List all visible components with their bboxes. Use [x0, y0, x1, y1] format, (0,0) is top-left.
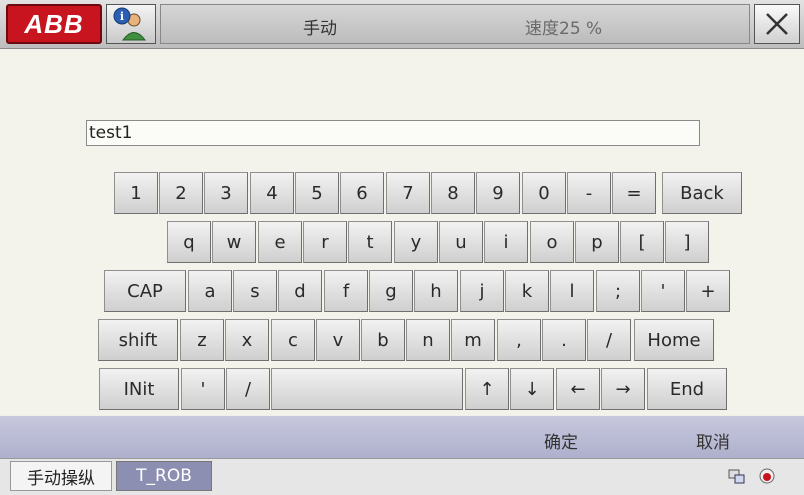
- tab-jogging[interactable]: 手动操纵: [10, 461, 112, 491]
- key-arrow-right[interactable]: →: [601, 368, 645, 410]
- key-letter-a[interactable]: a: [188, 270, 232, 312]
- text-input[interactable]: test1: [86, 120, 700, 146]
- key-letter-v[interactable]: v: [316, 319, 360, 361]
- key-letter-k[interactable]: k: [505, 270, 549, 312]
- key-letter-9[interactable]: 9: [476, 172, 520, 214]
- key-letter-q[interactable]: q: [167, 221, 211, 263]
- key-letter-f[interactable]: f: [324, 270, 368, 312]
- key-end[interactable]: End: [647, 368, 727, 410]
- key-arrow-up[interactable]: ↑: [465, 368, 509, 410]
- key-letter-8[interactable]: 8: [431, 172, 475, 214]
- key-backspace[interactable]: Back: [662, 172, 742, 214]
- key-letter-t[interactable]: t: [348, 221, 392, 263]
- user-info-button[interactable]: i: [106, 4, 156, 44]
- key-letter-w[interactable]: w: [212, 221, 256, 263]
- key-letter-5[interactable]: 5: [295, 172, 339, 214]
- stop-status-icon[interactable]: [758, 467, 776, 485]
- key-letter-j[interactable]: j: [460, 270, 504, 312]
- key-slash[interactable]: /: [587, 319, 631, 361]
- speed-indicator: 速度25 %: [525, 19, 603, 39]
- key-semicolon[interactable]: ;: [596, 270, 640, 312]
- key-letter-n[interactable]: n: [406, 319, 450, 361]
- key-caps-lock[interactable]: CAP: [104, 270, 186, 312]
- key-minus[interactable]: -: [567, 172, 611, 214]
- key-letter-e[interactable]: e: [258, 221, 302, 263]
- tab-t-rob[interactable]: T_ROB: [116, 461, 212, 491]
- key-letter-s[interactable]: s: [233, 270, 277, 312]
- key-letter-b[interactable]: b: [361, 319, 405, 361]
- key-letter-m[interactable]: m: [451, 319, 495, 361]
- key-comma[interactable]: ,: [497, 319, 541, 361]
- key-letter-3[interactable]: 3: [204, 172, 248, 214]
- taskbar: 手动操纵 T_ROB: [0, 458, 804, 495]
- key-letter-6[interactable]: 6: [340, 172, 384, 214]
- key-apostrophe[interactable]: ': [181, 368, 225, 410]
- key-letter-7[interactable]: 7: [386, 172, 430, 214]
- key-letter-x[interactable]: x: [225, 319, 269, 361]
- key-letter-g[interactable]: g: [369, 270, 413, 312]
- key-letter-o[interactable]: o: [530, 221, 574, 263]
- key-plus[interactable]: +: [686, 270, 730, 312]
- key-letter-z[interactable]: z: [180, 319, 224, 361]
- key-arrow-down[interactable]: ↓: [510, 368, 554, 410]
- key-right-bracket[interactable]: ]: [665, 221, 709, 263]
- key-letter-c[interactable]: c: [271, 319, 315, 361]
- operating-mode: 手动: [303, 19, 337, 39]
- key-letter-4[interactable]: 4: [250, 172, 294, 214]
- key-period[interactable]: .: [542, 319, 586, 361]
- abb-menu-button[interactable]: ABB: [6, 4, 102, 44]
- top-bar: ABB i 手动 速度25 %: [0, 0, 804, 49]
- key-letter-2[interactable]: 2: [159, 172, 203, 214]
- key-letter-0[interactable]: 0: [522, 172, 566, 214]
- cancel-button[interactable]: 取消: [696, 428, 730, 453]
- user-info-icon: i: [113, 7, 146, 41]
- key-left-bracket[interactable]: [: [620, 221, 664, 263]
- key-home[interactable]: Home: [634, 319, 714, 361]
- key-shift[interactable]: shift: [98, 319, 178, 361]
- key-letter-p[interactable]: p: [575, 221, 619, 263]
- key-arrow-left[interactable]: ←: [556, 368, 600, 410]
- close-icon: [766, 13, 788, 35]
- key-equals[interactable]: =: [612, 172, 656, 214]
- robot-status-icon[interactable]: [728, 467, 746, 485]
- key-letter-h[interactable]: h: [414, 270, 458, 312]
- key-apostrophe[interactable]: ': [641, 270, 685, 312]
- key-letter-l[interactable]: l: [550, 270, 594, 312]
- key-init[interactable]: INit: [99, 368, 179, 410]
- svg-text:i: i: [120, 10, 124, 23]
- key-letter-u[interactable]: u: [439, 221, 483, 263]
- key-letter-d[interactable]: d: [278, 270, 322, 312]
- close-button[interactable]: [754, 4, 800, 44]
- key-space[interactable]: [271, 368, 463, 410]
- key-letter-i[interactable]: i: [484, 221, 528, 263]
- key-letter-r[interactable]: r: [303, 221, 347, 263]
- ok-button[interactable]: 确定: [544, 428, 578, 453]
- status-area[interactable]: 手动 速度25 %: [160, 4, 750, 44]
- key-letter-y[interactable]: y: [394, 221, 438, 263]
- key-slash[interactable]: /: [226, 368, 270, 410]
- key-letter-1[interactable]: 1: [114, 172, 158, 214]
- action-bar: 确定 取消: [0, 416, 804, 458]
